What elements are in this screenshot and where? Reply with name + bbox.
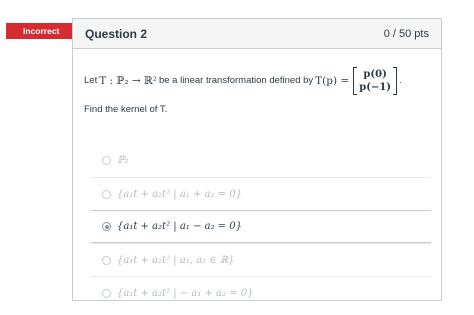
incorrect-status-tag: Incorrect xyxy=(6,23,87,39)
answer-text: {a₁t + a₂t² | a₁ − a₂ = 0} xyxy=(117,221,242,232)
question-statement: Let T : ℙ₂ → ℝ² be a linear transformati… xyxy=(84,67,434,95)
question-points: 0 / 50 pts xyxy=(383,27,429,40)
question-header: Question 2 0 / 50 pts xyxy=(73,19,441,49)
vector-matrix: p(0) p(−1) xyxy=(353,67,398,95)
question-title: Question 2 xyxy=(85,26,148,41)
radio-icon[interactable] xyxy=(102,255,111,265)
question-card: Question 2 0 / 50 pts Let T : ℙ₂ → ℝ² be… xyxy=(72,18,442,301)
statement-tp: T(p) = xyxy=(315,75,350,87)
answer-text: {a₁t + a₂t² | − a₁ + a₂ = 0} xyxy=(117,287,254,299)
statement-end: . xyxy=(399,75,402,86)
question-prompt: Find the kernel of T. xyxy=(84,104,168,115)
statement-prefix: Let xyxy=(84,75,98,86)
answer-text: ℙ₂ xyxy=(117,155,129,166)
radio-icon[interactable] xyxy=(102,288,111,298)
matrix-bottom: p(−1) xyxy=(359,82,392,93)
radio-checked-icon[interactable] xyxy=(102,222,111,231)
radio-icon[interactable] xyxy=(102,156,111,165)
statement-map: T : ℙ₂ → ℝ² xyxy=(99,75,157,87)
question-body: Let T : ℙ₂ → ℝ² be a linear transformati… xyxy=(84,67,434,117)
matrix-top: p(0) xyxy=(363,69,387,80)
answer-text: {a₁t + a₂t² | a₁, a₂ ∈ ℝ} xyxy=(117,254,235,266)
answer-option-1[interactable]: ℙ₂ xyxy=(91,144,431,177)
answer-list: ℙ₂ {a₁t + a₂t² | a₁ + a₂ = 0} {a₁t + a₂t… xyxy=(91,144,431,309)
answer-option-3[interactable]: {a₁t + a₂t² | a₁ − a₂ = 0} xyxy=(91,210,431,243)
answer-text: {a₁t + a₂t² | a₁ + a₂ = 0} xyxy=(117,188,242,200)
answer-option-4[interactable]: {a₁t + a₂t² | a₁, a₂ ∈ ℝ} xyxy=(91,243,431,276)
statement-mid: be a linear transformation defined by xyxy=(158,75,314,86)
radio-icon[interactable] xyxy=(102,189,111,199)
answer-option-2[interactable]: {a₁t + a₂t² | a₁ + a₂ = 0} xyxy=(91,177,431,210)
answer-option-5[interactable]: {a₁t + a₂t² | − a₁ + a₂ = 0} xyxy=(91,276,431,309)
